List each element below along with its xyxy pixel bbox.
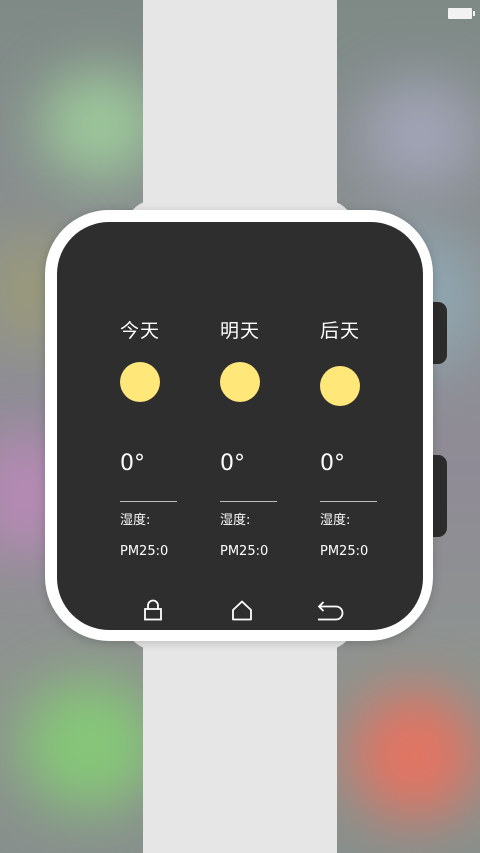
back-icon — [317, 601, 344, 621]
sun-icon — [220, 362, 260, 402]
divider — [320, 501, 377, 502]
sun-icon — [320, 366, 360, 406]
day-label: 后天 — [320, 320, 361, 342]
battery-icon — [448, 8, 475, 19]
watch-screen: 今天 0° 湿度: PM25:0 明天 0° 湿度: PM25:0 后天 0° … — [57, 222, 423, 630]
home-button[interactable] — [227, 597, 257, 623]
home-icon — [232, 600, 252, 621]
lock-icon — [144, 599, 162, 621]
humidity-label: 湿度: — [220, 513, 251, 528]
pm25-value: PM25:0 — [320, 544, 369, 559]
sun-icon — [120, 362, 160, 402]
lock-button[interactable] — [138, 597, 168, 623]
divider — [220, 501, 277, 502]
watch-strap-top — [125, 0, 355, 240]
humidity-label: 湿度: — [120, 513, 151, 528]
back-button[interactable] — [315, 597, 345, 623]
day-label: 明天 — [220, 320, 261, 342]
divider — [120, 501, 177, 502]
temperature-value: 0° — [120, 451, 145, 476]
temperature-value: 0° — [320, 451, 345, 476]
day-label: 今天 — [120, 320, 161, 342]
pm25-value: PM25:0 — [120, 544, 169, 559]
watch-strap-bottom — [125, 610, 355, 853]
humidity-label: 湿度: — [320, 513, 351, 528]
pm25-value: PM25:0 — [220, 544, 269, 559]
temperature-value: 0° — [220, 451, 245, 476]
